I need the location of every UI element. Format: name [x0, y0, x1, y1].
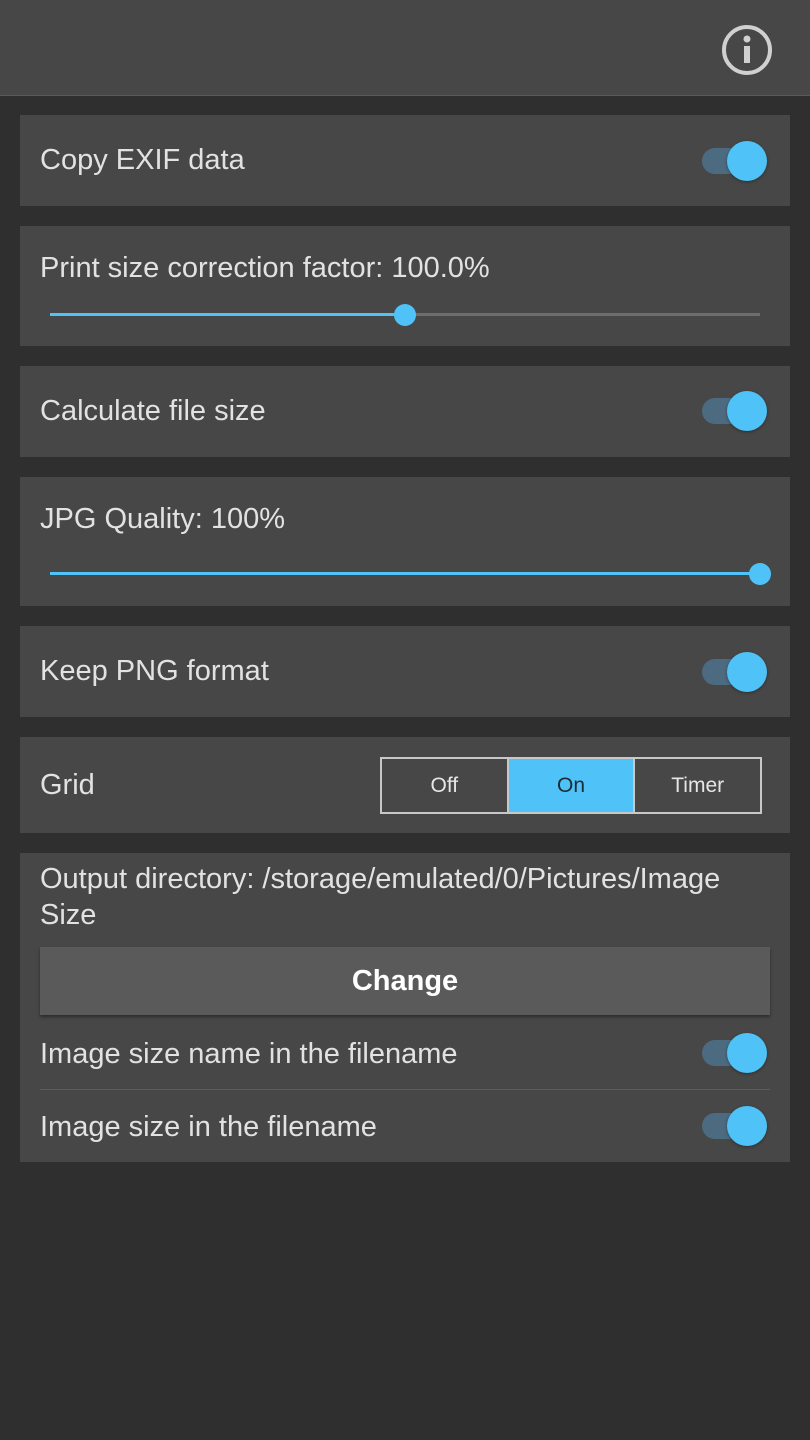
- grid-option-off[interactable]: Off: [382, 759, 507, 812]
- calculate-file-size-label: Calculate file size: [40, 395, 266, 427]
- print-size-card: Print size correction factor: 100.0%: [20, 226, 790, 346]
- keep-png-label: Keep PNG format: [40, 655, 269, 687]
- top-app-bar: [0, 0, 810, 96]
- slider-fill: [50, 313, 405, 316]
- change-directory-button[interactable]: Change: [40, 947, 770, 1015]
- output-directory-card: Output directory: /storage/emulated/0/Pi…: [20, 853, 790, 1162]
- jpg-quality-card: JPG Quality: 100%: [20, 477, 790, 606]
- jpg-quality-slider[interactable]: [50, 559, 771, 589]
- toggle-thumb: [727, 141, 767, 181]
- toggle-thumb: [727, 1106, 767, 1146]
- print-size-slider[interactable]: [50, 300, 760, 330]
- copy-exif-toggle[interactable]: [702, 141, 767, 181]
- grid-option-on[interactable]: On: [506, 759, 634, 812]
- jpg-quality-label: JPG Quality: 100%: [40, 503, 285, 535]
- divider: [40, 1089, 770, 1090]
- grid-option-timer[interactable]: Timer: [633, 759, 760, 812]
- toggle-thumb: [727, 652, 767, 692]
- size-in-filename-label: Image size in the filename: [40, 1111, 377, 1143]
- slider-knob[interactable]: [394, 304, 416, 326]
- toggle-thumb: [727, 391, 767, 431]
- copy-exif-label: Copy EXIF data: [40, 144, 245, 176]
- grid-card: Grid Off On Timer: [20, 737, 790, 833]
- calculate-file-size-toggle[interactable]: [702, 391, 767, 431]
- calculate-file-size-card: Calculate file size: [20, 366, 790, 457]
- copy-exif-card: Copy EXIF data: [20, 115, 790, 206]
- print-size-label: Print size correction factor: 100.0%: [40, 252, 490, 284]
- slider-knob[interactable]: [749, 563, 771, 585]
- keep-png-toggle[interactable]: [702, 652, 767, 692]
- grid-label: Grid: [40, 769, 95, 801]
- output-directory-label: Output directory: /storage/emulated/0/Pi…: [40, 863, 721, 931]
- size-name-in-filename-toggle[interactable]: [702, 1033, 767, 1073]
- slider-fill: [50, 572, 760, 575]
- info-icon[interactable]: [720, 23, 774, 77]
- size-name-in-filename-label: Image size name in the filename: [40, 1038, 458, 1070]
- grid-segmented-control: Off On Timer: [380, 757, 762, 814]
- size-in-filename-toggle[interactable]: [702, 1106, 767, 1146]
- keep-png-card: Keep PNG format: [20, 626, 790, 717]
- toggle-thumb: [727, 1033, 767, 1073]
